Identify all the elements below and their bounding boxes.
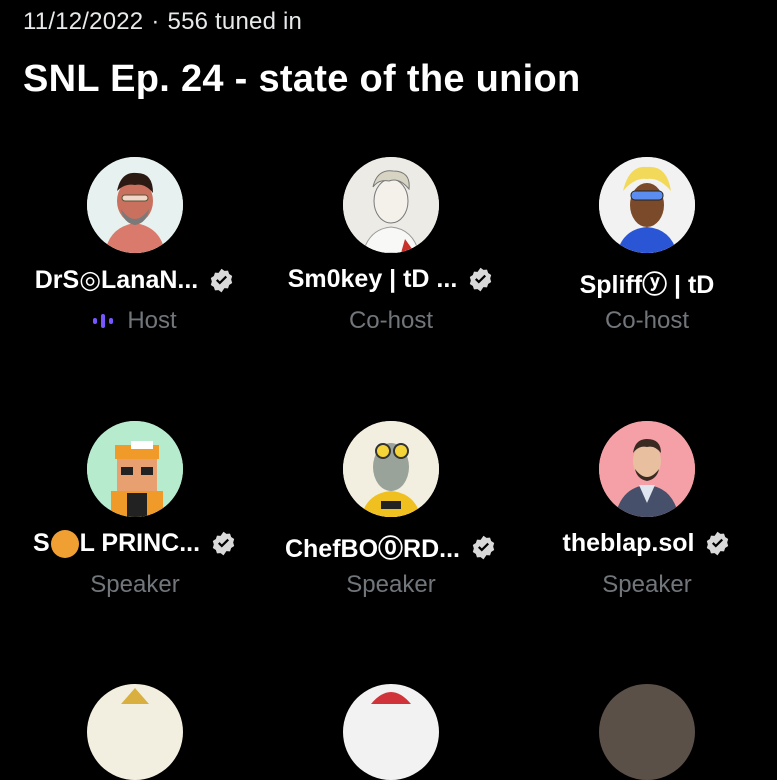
participant-role: Co-host <box>604 307 690 334</box>
avatar-image <box>599 421 695 517</box>
avatar-image <box>343 421 439 517</box>
space-meta: 11/12/2022 · 556 tuned in <box>23 8 302 36</box>
verified-badge-icon <box>472 535 495 559</box>
avatar-partial[interactable] <box>599 684 695 780</box>
participant-role: Speaker <box>602 571 692 598</box>
participant-name: DrS◎LanaN... <box>34 266 199 294</box>
verified-badge-icon <box>707 531 729 556</box>
avatar[interactable] <box>599 157 695 253</box>
avatar-partial[interactable] <box>87 684 183 780</box>
verified-badge-icon <box>470 267 492 292</box>
participant-role: Speaker <box>90 571 180 598</box>
avatar-image <box>87 157 183 253</box>
participant-host[interactable]: DrS◎LanaN... Host <box>7 157 263 357</box>
avatar[interactable] <box>343 421 439 517</box>
meta-separator: · <box>151 8 160 35</box>
space-title: SNL Ep. 24 - state of the union <box>23 58 581 100</box>
avatar-partial[interactable] <box>343 684 439 780</box>
participant-name: Spliffⓨ | tD <box>579 271 715 299</box>
avatar-image <box>87 421 183 517</box>
avatar-image <box>371 692 411 704</box>
participant-name: Sm0key | tD ... <box>287 265 458 293</box>
participant-role: Co-host <box>348 307 434 334</box>
avatar[interactable] <box>599 421 695 517</box>
participant-speaker-2[interactable]: ChefBO⓪RD... Speaker <box>263 421 519 621</box>
participant-role: Host <box>127 307 177 334</box>
verified-badge-icon <box>212 531 235 556</box>
participant-cohost-2[interactable]: Spliffⓨ | tD Co-host <box>519 157 775 357</box>
avatar-image <box>121 688 149 704</box>
avatar[interactable] <box>87 157 183 253</box>
space-date: 11/12/2022 <box>23 8 144 35</box>
participant-name: ChefBO⓪RD... <box>284 535 460 563</box>
avatar-image <box>343 157 439 253</box>
speaking-indicator-icon <box>93 311 114 331</box>
participant-speaker-1[interactable]: SL PRINC... Speaker <box>7 421 263 621</box>
participant-name: SL PRINC... <box>32 529 201 559</box>
avatar-image <box>599 157 695 253</box>
avatar[interactable] <box>87 421 183 517</box>
tuned-in-count: 556 tuned in <box>167 8 303 35</box>
sol-coin-emoji-icon <box>50 530 79 559</box>
verified-badge-icon <box>211 268 233 292</box>
participant-name: theblap.sol <box>562 529 695 557</box>
participant-speaker-3[interactable]: theblap.sol Speaker <box>519 421 775 621</box>
participant-role: Speaker <box>346 571 436 598</box>
avatar[interactable] <box>343 157 439 253</box>
participant-cohost-1[interactable]: Sm0key | tD ... Co-host <box>263 157 519 357</box>
